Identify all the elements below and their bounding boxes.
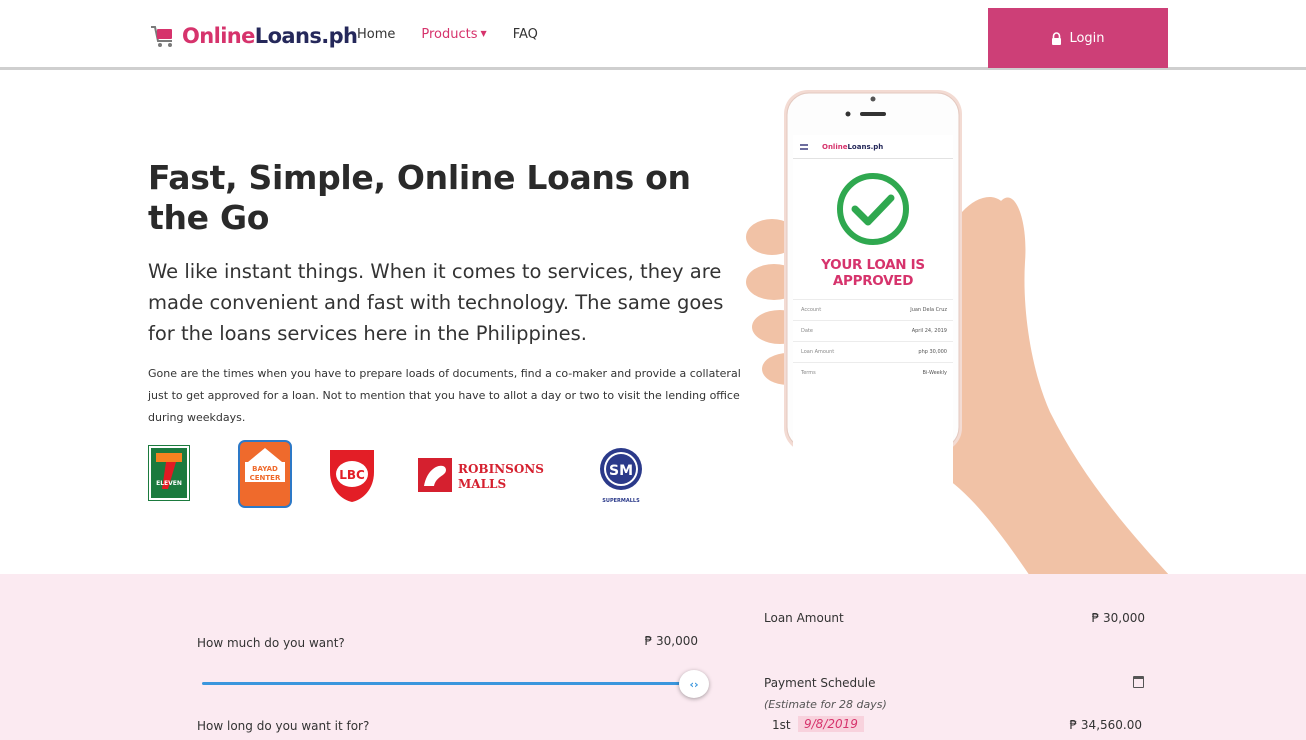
hero-body: Gone are the times when you have to prep… bbox=[148, 367, 741, 424]
nav-products[interactable]: Products ▼ bbox=[421, 27, 486, 42]
caret-down-icon: ▼ bbox=[480, 29, 487, 38]
summary-amount-label: Loan Amount bbox=[764, 611, 844, 625]
loan-approved-text: YOUR LOAN IS APPROVED bbox=[821, 257, 925, 289]
amount-slider-handle[interactable]: ‹› bbox=[679, 670, 709, 698]
seven-eleven-logo: ELEVEN bbox=[148, 445, 190, 501]
hero-title: Fast, Simple, Online Loans on the Go bbox=[148, 158, 691, 237]
duration-question: How long do you want it for? bbox=[197, 719, 370, 733]
phone-logo: OnlineLoans.ph bbox=[822, 142, 884, 151]
phone-screen-header: OnlineLoans.ph bbox=[793, 135, 953, 159]
list-item: Terms Bi-Weekly bbox=[793, 362, 953, 383]
list-item: Loan Amount php 30,000 bbox=[793, 341, 953, 362]
main-nav: Home Products ▼ FAQ bbox=[357, 27, 538, 42]
loan-calculator-section bbox=[0, 574, 1306, 740]
svg-text:ELEVEN: ELEVEN bbox=[156, 480, 182, 487]
hamburger-icon bbox=[800, 143, 808, 150]
hero-subtitle: We like instant things. When it comes to… bbox=[148, 260, 724, 345]
lbc-logo: LBC bbox=[330, 450, 374, 502]
svg-text:LBC: LBC bbox=[339, 468, 365, 482]
amount-question: How much do you want? bbox=[197, 636, 345, 650]
svg-text:ROBINSONS: ROBINSONS bbox=[458, 462, 544, 476]
payment-schedule-label: Payment Schedule bbox=[764, 676, 876, 690]
nav-faq[interactable]: FAQ bbox=[513, 27, 538, 42]
phone-loan-details: Account Juan Dela Cruz Date April 24, 2019… bbox=[793, 299, 953, 383]
site-logo[interactable]: OnlineLoans.ph bbox=[148, 20, 358, 52]
site-header: OnlineLoans.ph Home Products ▼ FAQ Login bbox=[0, 0, 1306, 70]
nav-home[interactable]: Home bbox=[357, 27, 395, 42]
svg-text:SM: SM bbox=[609, 463, 633, 479]
sm-supermalls-logo: SM SUPERMALLS bbox=[600, 448, 642, 504]
logo-text: OnlineLoans.ph bbox=[182, 24, 358, 48]
list-item: Date April 24, 2019 bbox=[793, 320, 953, 341]
bayad-center-logo: BAYAD CENTER bbox=[238, 440, 292, 508]
robinsons-malls-logo: ROBINSONS MALLS bbox=[418, 458, 544, 492]
svg-text:BAYAD: BAYAD bbox=[252, 465, 278, 473]
check-circle-icon bbox=[837, 173, 909, 245]
installment-date: 9/8/2019 bbox=[798, 716, 864, 732]
schedule-estimate: (Estimate for 28 days) bbox=[764, 698, 887, 711]
list-item: Account Juan Dela Cruz bbox=[793, 299, 953, 320]
amount-value: ₱ 30,000 bbox=[644, 634, 698, 648]
summary-amount-value: ₱ 30,000 bbox=[1091, 611, 1145, 625]
login-label: Login bbox=[1069, 30, 1105, 46]
svg-text:CENTER: CENTER bbox=[250, 474, 281, 482]
svg-text:SUPERMALLS: SUPERMALLS bbox=[602, 498, 640, 504]
svg-text:MALLS: MALLS bbox=[458, 477, 506, 491]
installment-amount: ₱ 34,560.00 bbox=[1069, 718, 1142, 732]
phone-screen: OnlineLoans.ph YOUR LOAN IS APPROVED Acc… bbox=[793, 135, 953, 490]
lock-icon bbox=[1052, 31, 1062, 45]
installment-number: 1st bbox=[772, 718, 791, 732]
cart-logo-icon bbox=[151, 26, 172, 47]
phone-illustration: OnlineLoans.ph YOUR LOAN IS APPROVED Acc… bbox=[740, 82, 1180, 576]
login-button[interactable]: Login bbox=[988, 8, 1168, 68]
amount-slider-track[interactable] bbox=[202, 682, 690, 685]
calendar-icon[interactable] bbox=[1133, 676, 1144, 688]
slider-arrows-icon: ‹› bbox=[689, 677, 699, 691]
